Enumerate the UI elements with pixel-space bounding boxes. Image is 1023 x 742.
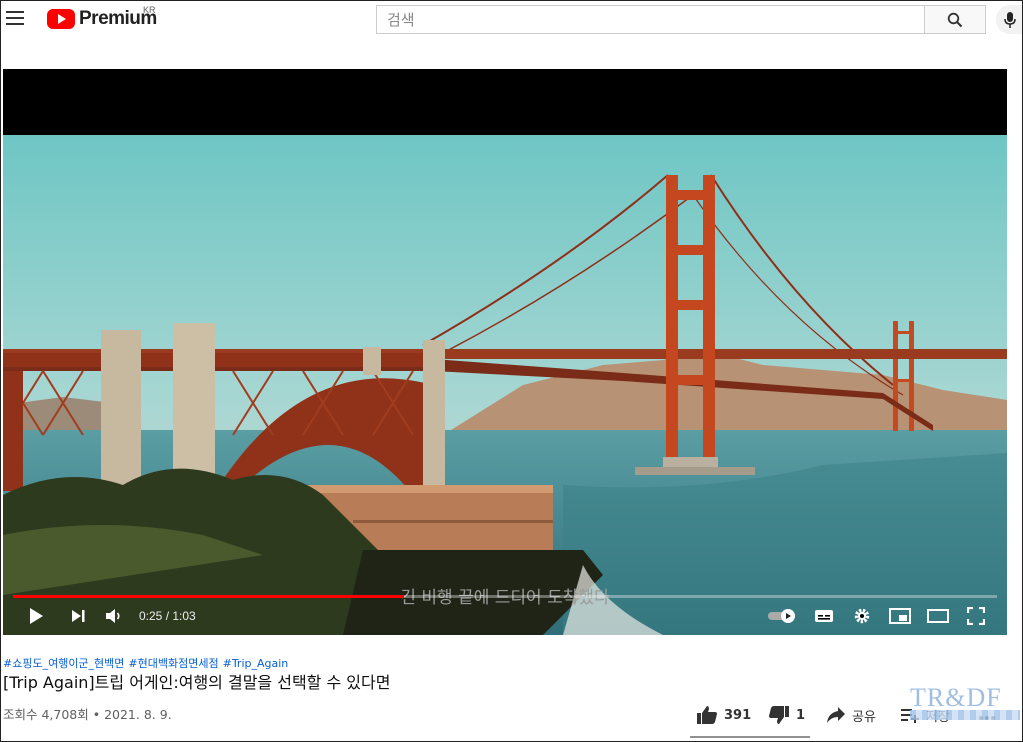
volume-icon	[106, 609, 120, 623]
video-title: [Trip Again]트립 어게인:여행의 결말을 선택할 수 있다면	[3, 673, 391, 692]
like-button[interactable]: 391	[696, 704, 751, 726]
video-meta: 조회수 4,708회 • 2021. 8. 9.	[3, 707, 172, 722]
search-icon	[947, 12, 963, 27]
search-box	[376, 5, 924, 34]
time-display: 0:25 / 1:03	[139, 609, 196, 623]
video-player[interactable]: 긴 비행 끝에 드디어 도착했다 0:25 / 1:03	[3, 69, 1007, 635]
thumbs-up-icon	[697, 706, 717, 724]
autoplay-toggle[interactable]	[767, 603, 797, 629]
settings-button[interactable]	[849, 603, 875, 629]
microphone-icon	[1003, 11, 1016, 28]
share-icon	[827, 707, 845, 723]
fullscreen-icon	[967, 607, 985, 625]
top-bar: Premium KR	[0, 0, 1023, 44]
thumbs-down-icon	[769, 706, 789, 724]
theater-mode-button[interactable]	[925, 603, 951, 629]
share-label: 공유	[852, 709, 876, 725]
miniplayer-button[interactable]	[887, 603, 913, 629]
autoplay-toggle-icon	[768, 609, 795, 623]
more-horizontal-icon	[979, 716, 995, 720]
progress-bar[interactable]	[13, 595, 997, 598]
gear-icon	[854, 608, 870, 624]
fullscreen-button[interactable]	[963, 603, 989, 629]
save-button[interactable]: 저장	[900, 704, 950, 726]
mute-button[interactable]	[101, 603, 127, 629]
add-to-playlist-icon	[901, 709, 919, 723]
play-button[interactable]	[23, 603, 49, 629]
like-count: 391	[724, 707, 752, 723]
video-frame-golden-gate-bridge	[3, 135, 1007, 635]
share-button[interactable]: 공유	[826, 704, 876, 726]
play-icon	[30, 608, 43, 624]
theater-mode-icon	[927, 609, 949, 623]
next-button[interactable]	[65, 603, 91, 629]
search-input[interactable]	[377, 6, 924, 33]
miniplayer-icon	[889, 608, 911, 624]
youtube-premium-logo[interactable]: Premium	[47, 8, 157, 30]
menu-icon[interactable]	[6, 11, 24, 25]
region-code: KR	[143, 5, 156, 15]
voice-search-button[interactable]	[996, 5, 1023, 34]
scroll-indicator	[690, 736, 810, 738]
youtube-logo-icon	[47, 9, 75, 29]
subtitles-button[interactable]	[811, 603, 837, 629]
save-label: 저장	[926, 709, 950, 725]
search-button[interactable]	[924, 5, 986, 34]
dislike-button[interactable]: 1	[768, 704, 805, 726]
progress-bar-fill	[13, 595, 404, 598]
more-actions-button[interactable]	[978, 708, 996, 724]
dislike-count: 1	[796, 707, 806, 723]
closed-captions-icon	[815, 610, 833, 622]
skip-next-icon	[72, 610, 85, 622]
